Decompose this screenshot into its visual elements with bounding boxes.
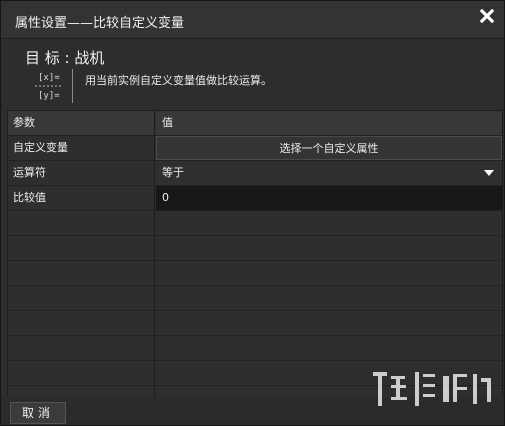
table-row: 运算符 等于 [8,161,502,186]
operator-dropdown[interactable]: 等于 [156,161,502,185]
param-label-operator: 运算符 [8,161,155,185]
target-label: 目 标 : [25,49,75,67]
empty-row [8,236,502,261]
description-divider [72,69,73,103]
target-name: 战机 [74,49,105,67]
empty-row [8,361,502,386]
description-text: 用当前实例自定义变量值做比较运算。 [85,74,272,87]
cancel-button[interactable]: 取消 [10,402,66,424]
empty-row [8,211,502,236]
compare-value-input[interactable]: 0 [156,186,502,210]
column-header-value: 值 [156,111,502,135]
table-row: 比较值 0 [8,186,502,211]
operator-selected-value: 等于 [162,166,184,179]
variable-compare-icon: [x]= [y]= [35,73,61,101]
title-bar: 属性设置——比较自定义变量 [1,1,504,39]
icon-line-y: [y]= [38,91,60,101]
grid-header-row: 参数 值 [8,111,502,136]
close-icon [479,8,495,24]
target-heading: 目 标 : 战机 [25,47,104,68]
empty-row [8,286,502,311]
close-button[interactable] [472,3,502,33]
table-row: 自定义变量 选择一个自定义属性 [8,136,502,161]
dialog-footer [1,397,504,425]
param-label-compare-value: 比较值 [8,186,155,210]
property-grid: 参数 值 自定义变量 选择一个自定义属性 运算符 等于 比较值 0 [7,110,503,398]
dialog-title: 属性设置——比较自定义变量 [15,16,185,31]
param-label-custom-variable: 自定义变量 [8,136,155,160]
chevron-down-icon [484,170,494,176]
empty-row [8,261,502,286]
select-custom-property-button[interactable]: 选择一个自定义属性 [156,136,502,160]
property-settings-dialog: 属性设置——比较自定义变量 目 标 : 战机 [x]= [y]= 用当前实例自定… [0,0,505,426]
empty-row [8,336,502,361]
empty-row [8,311,502,336]
column-header-param: 参数 [8,111,155,135]
icon-line-x: [x]= [38,73,60,83]
